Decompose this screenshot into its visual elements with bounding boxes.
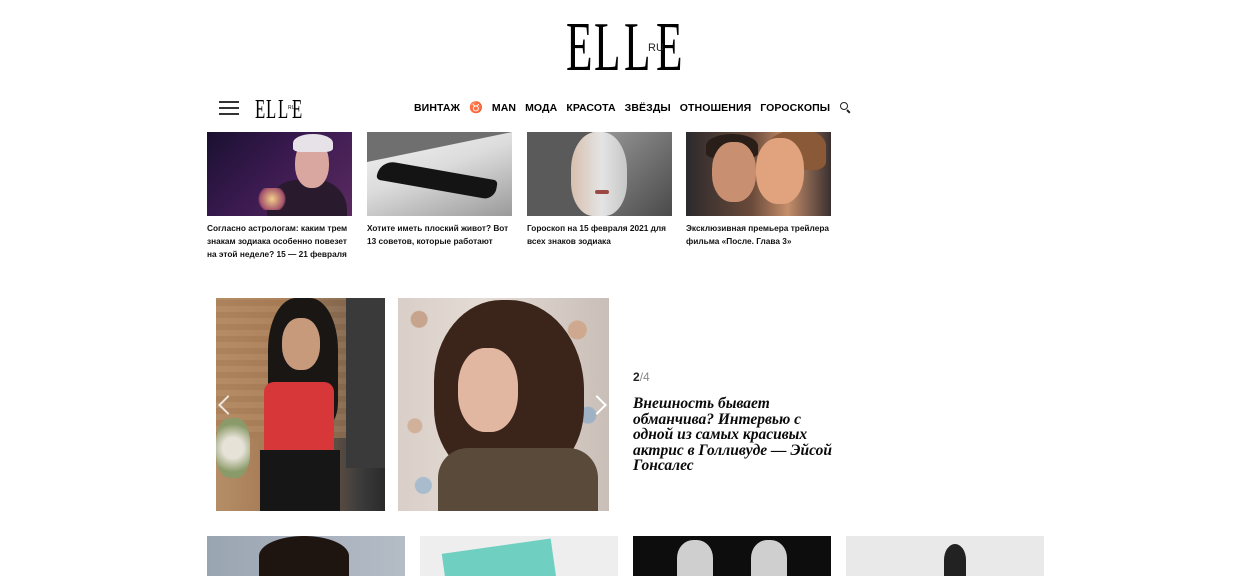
bottom-article-image[interactable]	[420, 536, 618, 576]
nav-logo[interactable]: E L L E RU	[255, 96, 307, 123]
article-image[interactable]	[207, 132, 352, 216]
logo-region: RU	[648, 42, 664, 54]
article-title[interactable]: Согласно астрологам: каким трем знакам з…	[207, 222, 352, 261]
slider-image-current[interactable]	[398, 298, 609, 511]
article-card[interactable]: Хотите иметь плоский живот? Вот 13 совет…	[367, 132, 512, 248]
article-image[interactable]	[367, 132, 512, 216]
nav-item-fashion[interactable]: МОДА	[525, 102, 557, 114]
slide-counter: 2/4	[633, 370, 650, 384]
zodiac-sign-icon[interactable]: ♉	[469, 101, 483, 114]
main-navigation: E L L E RU ВИНТАЖ ♉ MAN МОДА КРАСОТА ЗВЁ…	[207, 94, 849, 123]
logo-letter: L	[594, 9, 621, 86]
slide-total: 4	[643, 370, 650, 384]
logo-letter: E	[566, 9, 593, 86]
article-title[interactable]: Хотите иметь плоский живот? Вот 13 совет…	[367, 222, 512, 248]
nav-item-beauty[interactable]: КРАСОТА	[566, 102, 615, 114]
article-title[interactable]: Гороскоп на 15 февраля 2021 для всех зна…	[527, 222, 672, 248]
nav-items: ВИНТАЖ ♉ MAN МОДА КРАСОТА ЗВЁЗДЫ ОТНОШЕН…	[414, 101, 851, 114]
article-image[interactable]	[686, 132, 831, 216]
menu-icon[interactable]	[219, 101, 239, 115]
article-card[interactable]: Эксклюзивная премьера трейлера фильма «П…	[686, 132, 831, 248]
article-title[interactable]: Эксклюзивная премьера трейлера фильма «П…	[686, 222, 831, 248]
nav-item-relationships[interactable]: ОТНОШЕНИЯ	[680, 102, 751, 114]
bottom-article-image[interactable]	[207, 536, 405, 576]
nav-item-man[interactable]: MAN	[492, 102, 516, 114]
article-image[interactable]	[527, 132, 672, 216]
article-card[interactable]: Согласно астрологам: каким трем знакам з…	[207, 132, 352, 261]
bottom-article-image[interactable]	[846, 536, 1044, 576]
search-icon[interactable]	[840, 102, 851, 113]
site-logo[interactable]: E L L E RU	[566, 9, 688, 86]
nav-logo-region: RU	[288, 105, 296, 111]
nav-item-stars[interactable]: ЗВЁЗДЫ	[625, 102, 671, 114]
slider-image-previous[interactable]	[216, 298, 385, 511]
article-card[interactable]: Гороскоп на 15 февраля 2021 для всех зна…	[527, 132, 672, 248]
slide-current: 2	[633, 370, 640, 384]
feature-headline[interactable]: Внешность бывает обманчива? Интервью с о…	[633, 396, 833, 474]
nav-item-vintage[interactable]: ВИНТАЖ	[414, 102, 460, 114]
bottom-article-image[interactable]	[633, 536, 831, 576]
nav-item-horoscopes[interactable]: ГОРОСКОПЫ	[760, 102, 830, 114]
logo-letter: L	[624, 9, 651, 86]
